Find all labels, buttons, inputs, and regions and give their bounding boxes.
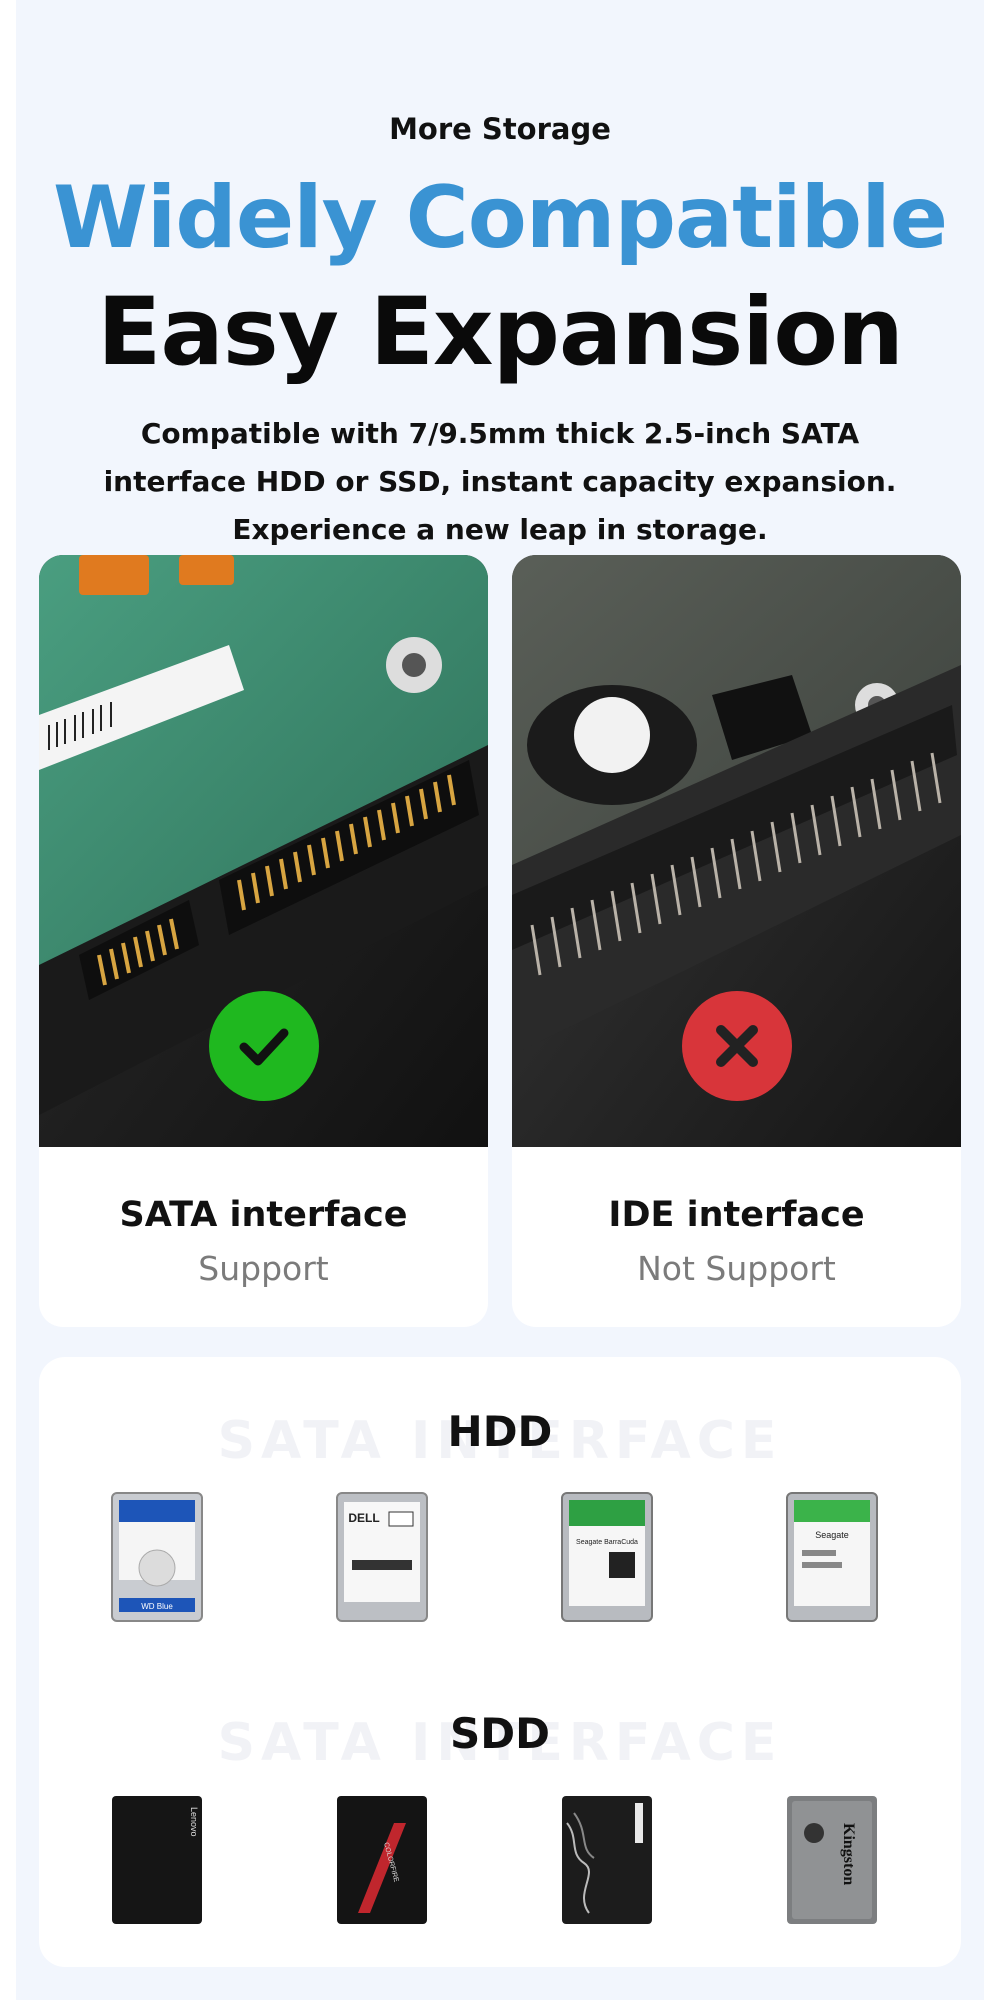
card-title: SATA interface <box>119 1195 408 1235</box>
ide-interface-card: IDE interface Not Support <box>512 555 961 1327</box>
hdd-label: Seagate <box>815 1530 849 1540</box>
sata-interface-card: SATA interface Support <box>39 555 488 1327</box>
ssd-label: Lenovo <box>189 1807 199 1837</box>
check-badge <box>209 991 319 1101</box>
card-title: IDE interface <box>608 1195 865 1235</box>
headline-primary: Widely Compatible <box>52 168 948 268</box>
description-text: Compatible with 7/9.5mm thick 2.5-inch S… <box>103 417 897 546</box>
compatible-drives-panel: SATA INTERFACE HDD WD Blue DELL Seagate … <box>39 1357 961 1967</box>
ssd-colorfire: COLORFIRE <box>334 1793 430 1927</box>
check-icon <box>239 1028 289 1066</box>
ssd-black-graphic <box>559 1793 655 1927</box>
ssd-lenovo: Lenovo <box>109 1793 205 1927</box>
card-status: Support <box>198 1249 329 1288</box>
hdd-label: DELL <box>348 1511 379 1525</box>
section-title-hdd: HDD <box>447 1407 553 1456</box>
product-page: More Storage Widely Compatible Easy Expa… <box>0 0 1000 2000</box>
cross-icon <box>716 1025 758 1067</box>
hdd-seagate-barracuda: Seagate BarraCuda <box>559 1490 655 1624</box>
hdd-label: Seagate BarraCuda <box>576 1539 638 1546</box>
hdd-label: WD Blue <box>141 1602 173 1611</box>
hdd-dell: DELL <box>334 1490 430 1624</box>
card-status: Not Support <box>637 1249 836 1288</box>
ssd-drive-row: Lenovo COLORFIRE Kingston <box>39 1793 961 1933</box>
hdd-wd-blue: WD Blue <box>109 1490 205 1624</box>
eyebrow-text: More Storage <box>389 112 611 146</box>
hdd-seagate: Seagate <box>784 1490 880 1624</box>
ssd-label: Kingston <box>840 1823 857 1885</box>
headline-secondary: Easy Expansion <box>97 278 904 387</box>
cross-badge <box>682 991 792 1101</box>
ide-connector-photo <box>512 555 961 1147</box>
hdd-drive-row: WD Blue DELL Seagate BarraCuda Seagate <box>39 1490 961 1630</box>
ssd-kingston: Kingston <box>784 1793 880 1927</box>
sata-connector-photo <box>39 555 488 1147</box>
section-title-ssd: SDD <box>450 1709 550 1758</box>
